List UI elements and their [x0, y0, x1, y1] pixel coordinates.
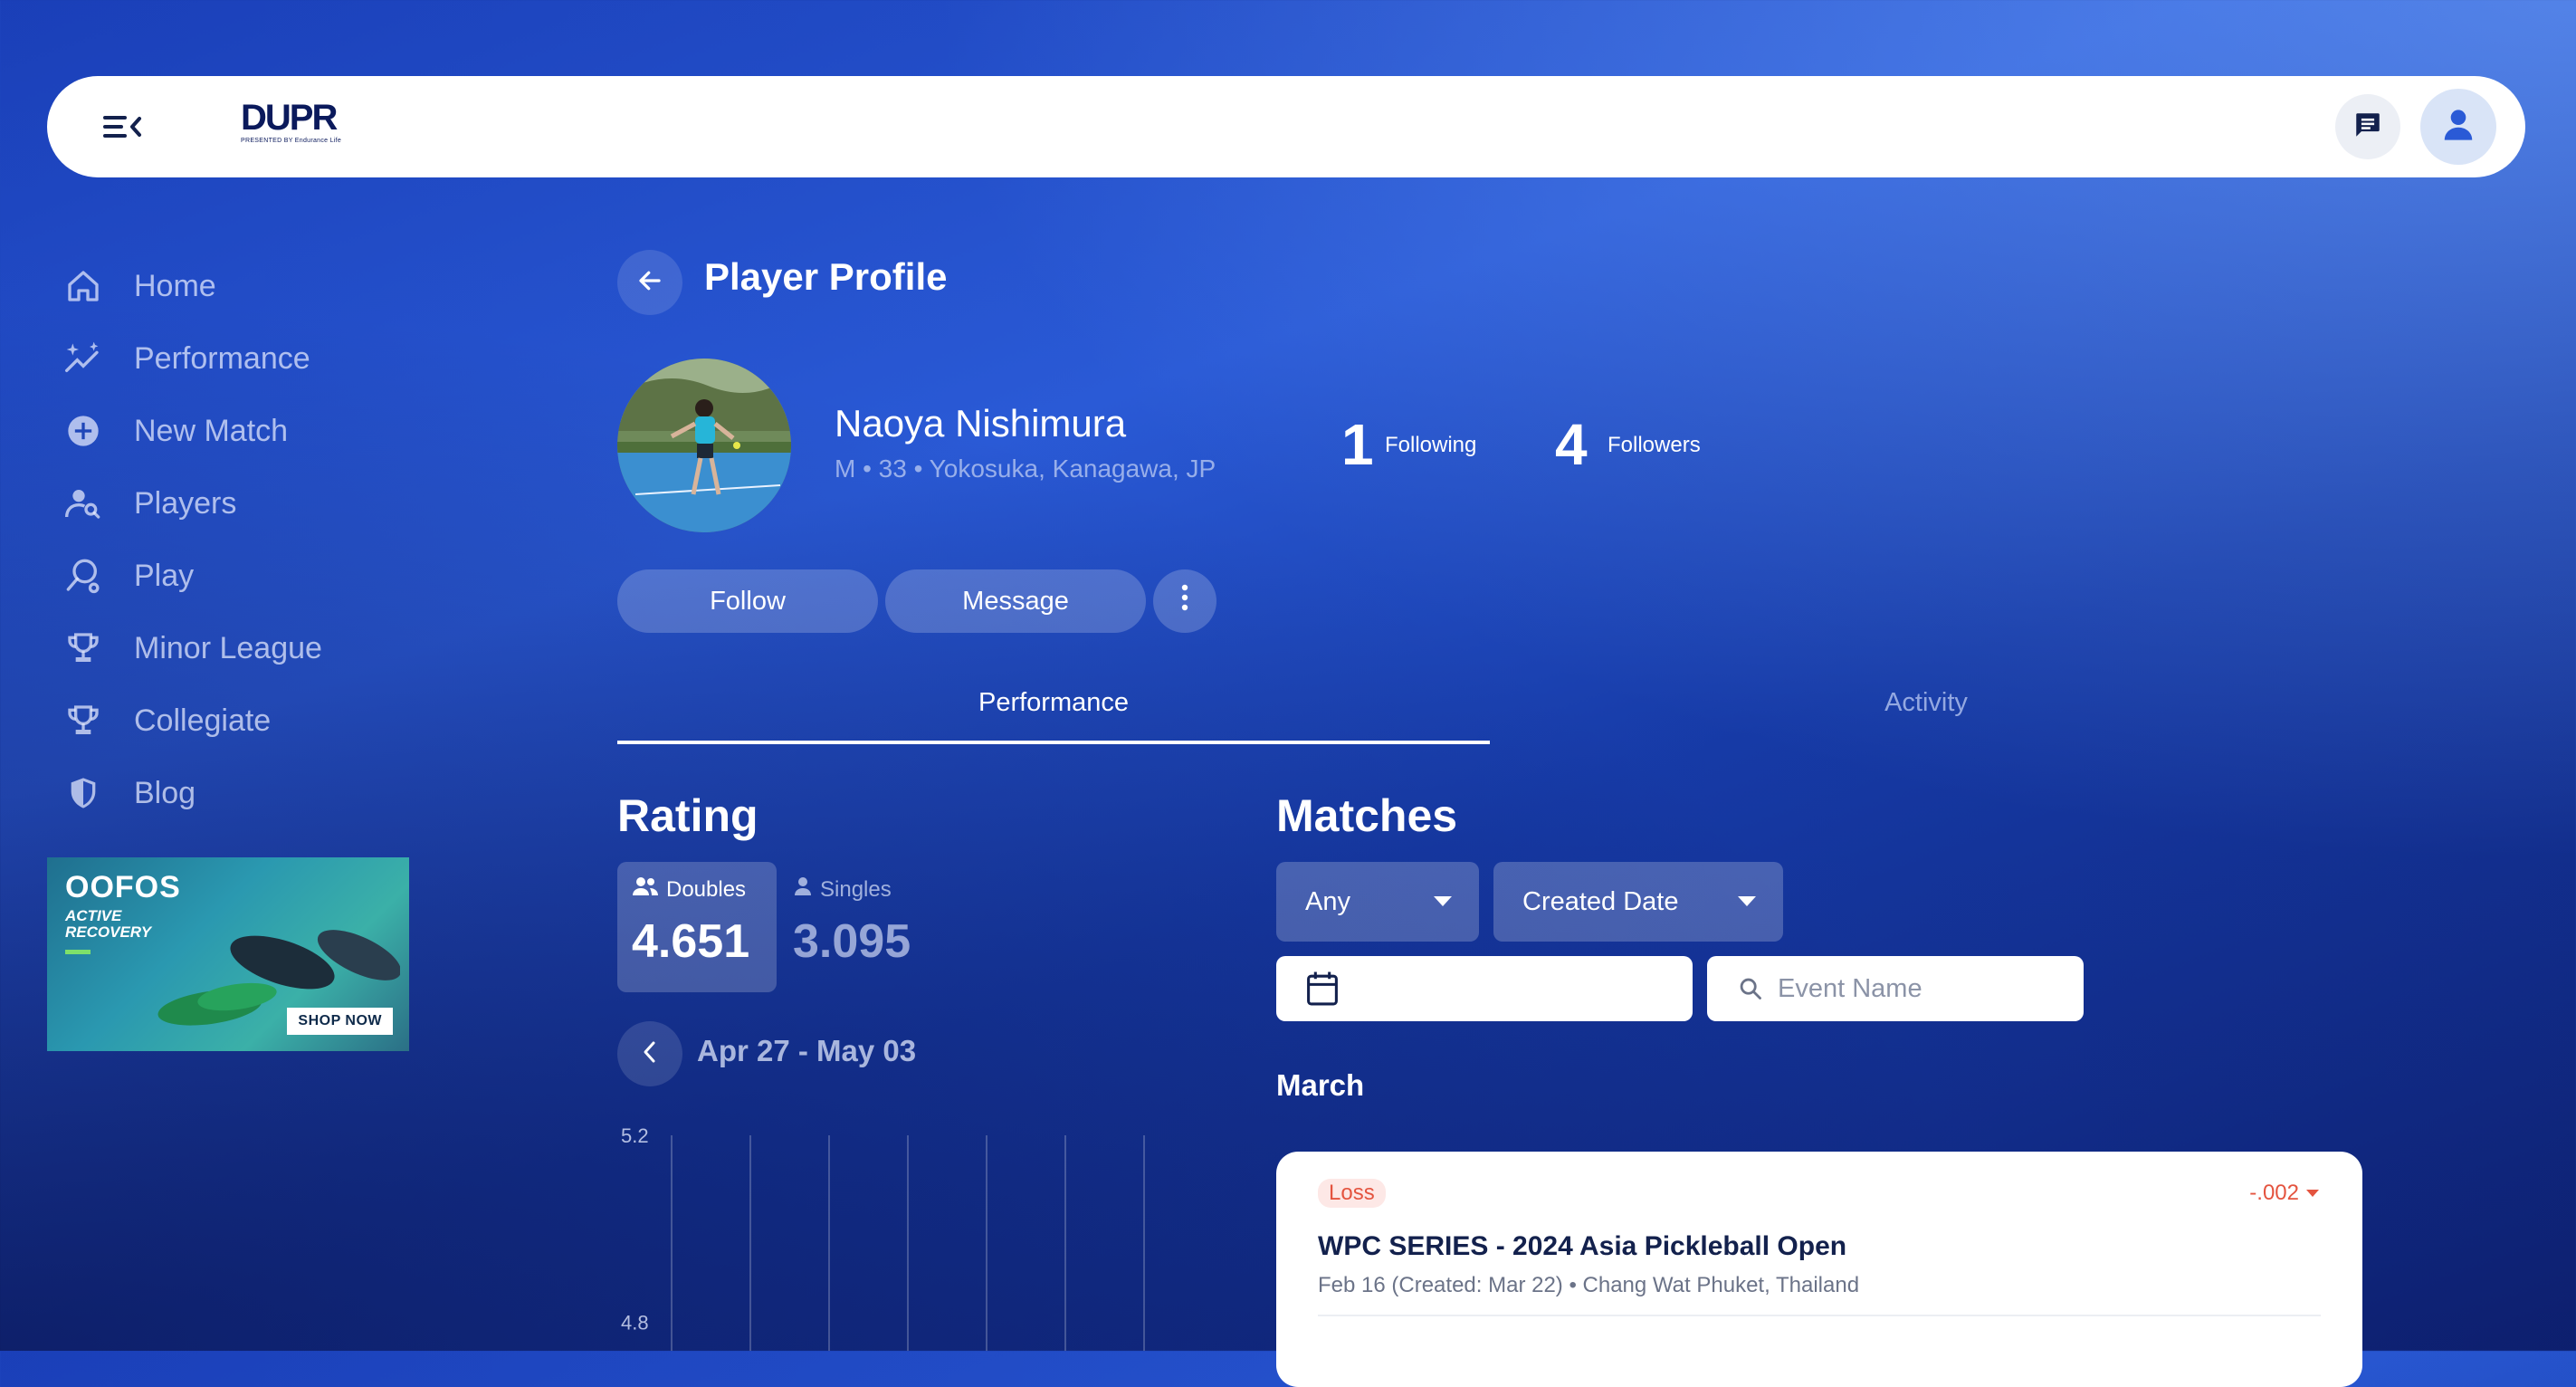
user-icon [793, 876, 813, 903]
logo-wordmark: DUPR [241, 98, 338, 138]
arrow-left-icon [636, 267, 663, 299]
sidebar-item-label: Performance [134, 340, 310, 376]
follow-button[interactable]: Follow [617, 569, 878, 633]
sidebar-item-players[interactable]: Players [62, 478, 236, 529]
sort-by-dropdown[interactable]: Created Date [1493, 862, 1783, 942]
match-type-dropdown[interactable]: Any [1276, 862, 1479, 942]
sidebar-item-label: Players [134, 485, 237, 521]
sparkle-chart-icon [62, 337, 105, 380]
sidebar-item-new-match[interactable]: New Match [62, 406, 288, 456]
match-result-badge: Loss [1318, 1179, 1386, 1208]
rating-delta-value: -.002 [2249, 1181, 2299, 1205]
date-range-label: Apr 27 - May 03 [697, 1034, 917, 1067]
trophy-icon [62, 699, 105, 742]
account-avatar-button[interactable] [2420, 89, 2496, 165]
sidebar-item-label: Collegiate [134, 703, 272, 738]
previous-week-button[interactable] [617, 1021, 682, 1086]
match-divider [1318, 1315, 2321, 1316]
matches-title: Matches [1276, 790, 1458, 841]
date-filter-input[interactable] [1276, 956, 1693, 1021]
match-event-title: WPC SERIES - 2024 Asia Pickleball Open [1318, 1231, 1847, 1261]
chat-icon [2352, 110, 2383, 145]
chart-y-tick-label: 4.8 [621, 1312, 649, 1334]
menu-collapse-icon[interactable] [100, 110, 143, 143]
singles-label: Singles [820, 876, 892, 902]
caret-down-icon [1738, 896, 1756, 906]
followers-count[interactable]: 4 [1555, 411, 1588, 478]
match-details: Feb 16 (Created: Mar 22) • Chang Wat Phu… [1318, 1273, 1860, 1297]
sidebar-item-label: Play [134, 558, 195, 593]
rating-line-chart: 5.2 4.8 [621, 1124, 1145, 1351]
sort-by-value: Created Date [1522, 886, 1679, 916]
calendar-icon [1305, 971, 1340, 1007]
message-button[interactable]: Message [885, 569, 1146, 633]
shield-icon [62, 771, 105, 815]
sidebar-item-performance[interactable]: Performance [62, 333, 310, 384]
users-icon [632, 876, 659, 903]
ad-accent-bar [65, 950, 91, 954]
ad-brand: OOFOS [65, 870, 181, 904]
followers-label[interactable]: Followers [1608, 433, 1701, 458]
more-options-button[interactable] [1153, 569, 1216, 633]
search-icon [1738, 976, 1763, 1001]
sidebar-item-label: Blog [134, 775, 196, 810]
doubles-rating-value: 4.651 [632, 915, 750, 968]
doubles-rating-card[interactable]: Doubles 4.651 [617, 862, 777, 992]
sidebar-item-label: New Match [134, 413, 289, 448]
sidebar-item-blog[interactable]: Blog [62, 768, 196, 818]
month-group-label: March [1276, 1068, 1365, 1102]
sidebar-item-collegiate[interactable]: Collegiate [62, 695, 271, 746]
dupr-logo[interactable]: DUPR PRESENTED BY Endurance Life [241, 100, 349, 158]
match-card[interactable]: Loss -.002 WPC SERIES - 2024 Asia Pickle… [1276, 1152, 2362, 1387]
messages-button[interactable] [2335, 94, 2400, 159]
chevron-left-icon [639, 1039, 661, 1069]
user-icon [2443, 109, 2474, 146]
singles-rating-card[interactable]: Singles 3.095 [793, 862, 956, 992]
logo-subtext: PRESENTED BY Endurance Life [241, 138, 342, 144]
player-name: Naoya Nishimura [835, 402, 1127, 445]
caret-down-icon [1434, 896, 1452, 906]
caret-down-icon [2306, 1190, 2319, 1197]
home-icon [62, 264, 105, 308]
tab-performance[interactable]: Performance [617, 688, 1490, 718]
match-type-value: Any [1305, 886, 1350, 916]
sidebar-ad-banner[interactable]: OOFOS ACTIVE RECOVERY SHOP NOW [47, 857, 409, 1051]
back-button[interactable] [617, 250, 682, 315]
page-title: Player Profile [704, 255, 948, 298]
following-count[interactable]: 1 [1341, 411, 1374, 478]
user-search-icon [62, 482, 105, 525]
rating-delta: -.002 [2249, 1181, 2319, 1206]
location-search-icon [62, 554, 105, 598]
sidebar-item-label: Home [134, 268, 216, 303]
sidebar-item-label: Minor League [134, 630, 322, 665]
player-avatar [617, 359, 791, 532]
top-bar: DUPR PRESENTED BY Endurance Life [47, 76, 2525, 177]
sidebar-item-home[interactable]: Home [62, 261, 216, 311]
doubles-header: Doubles [632, 876, 746, 903]
rating-title: Rating [617, 790, 758, 841]
trophy-icon [62, 627, 105, 670]
more-vertical-icon [1180, 584, 1189, 618]
tab-activity[interactable]: Activity [1490, 688, 2362, 718]
chart-y-tick-label: 5.2 [621, 1124, 649, 1147]
event-name-search-input[interactable]: Event Name [1707, 956, 2084, 1021]
ad-shop-now-button[interactable]: SHOP NOW [287, 1008, 393, 1035]
following-label[interactable]: Following [1385, 433, 1476, 458]
background [0, 0, 2576, 1351]
active-tab-indicator [617, 741, 1490, 744]
sidebar-item-minor-league[interactable]: Minor League [62, 623, 322, 674]
sidebar-item-play[interactable]: Play [62, 550, 194, 601]
event-name-placeholder: Event Name [1778, 973, 1922, 1003]
player-meta: M • 33 • Yokosuka, Kanagawa, JP [835, 454, 1216, 483]
plus-circle-icon [62, 409, 105, 453]
doubles-label: Doubles [666, 876, 747, 902]
singles-rating-value: 3.095 [793, 915, 911, 968]
singles-header: Singles [793, 876, 892, 903]
